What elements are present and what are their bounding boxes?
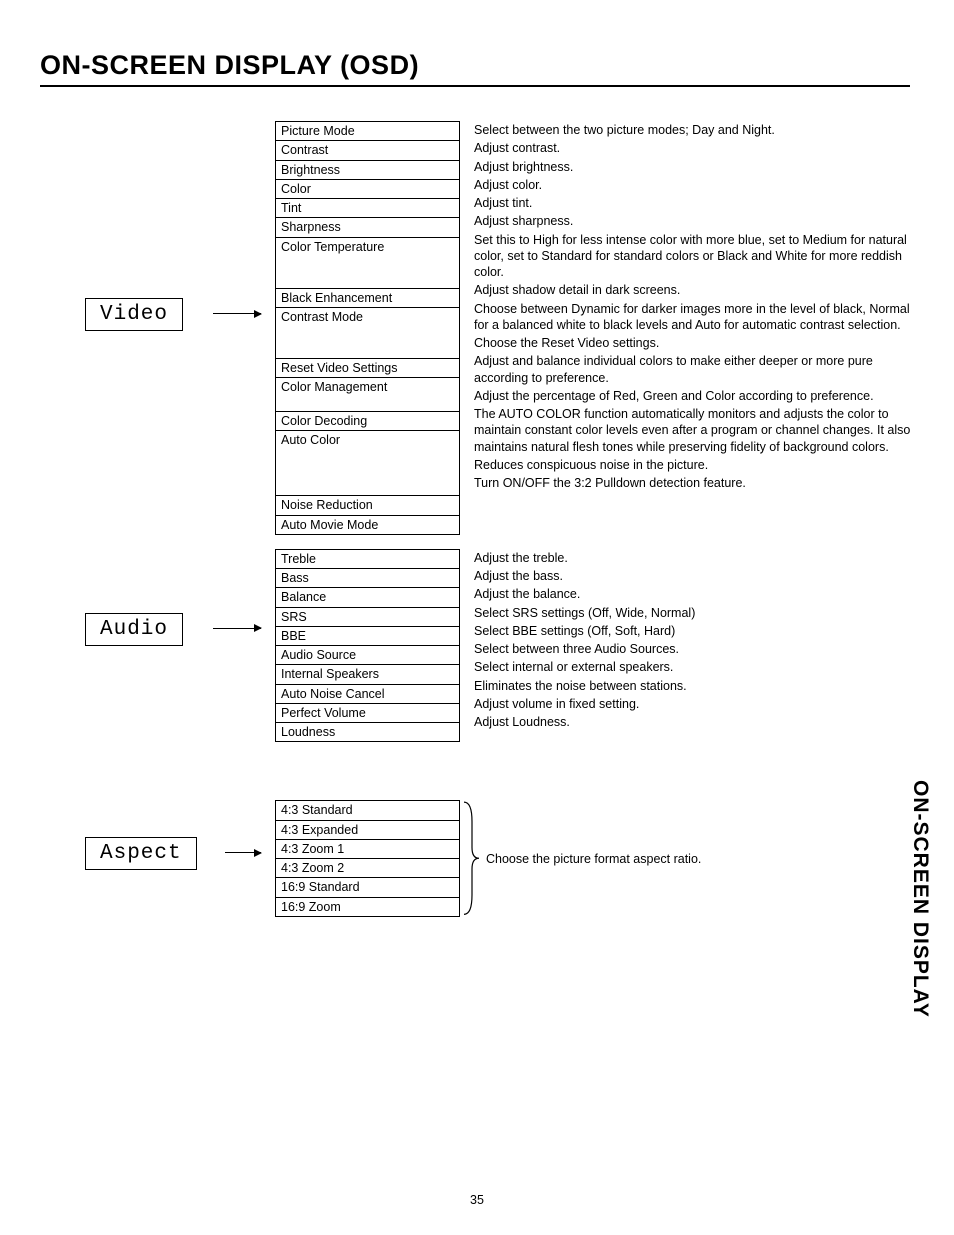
menu-item: Auto Movie Mode (276, 516, 459, 534)
menu-desc: Choose the Reset Video settings. (474, 334, 914, 352)
menu-desc: Select between three Audio Sources. (474, 640, 914, 658)
page: ON-SCREEN DISPLAY (OSD) Video Picture Mo… (0, 0, 954, 1235)
aspect-items-box: 4:3 Standard 4:3 Expanded 4:3 Zoom 1 4:3… (275, 800, 460, 917)
menu-item: Black Enhancement (276, 289, 459, 308)
menu-desc: Select SRS settings (Off, Wide, Normal) (474, 604, 914, 622)
brace-icon (462, 800, 480, 917)
menu-item: Bass (276, 569, 459, 588)
menu-item: Color Management (276, 378, 459, 412)
menu-desc: The AUTO COLOR function automatically mo… (474, 405, 914, 456)
menu-item: 16:9 Standard (276, 878, 459, 897)
menu-desc: Reduces conspicuous noise in the picture… (474, 456, 914, 474)
menu-item: Balance (276, 588, 459, 607)
menu-item: Perfect Volume (276, 704, 459, 723)
menu-item: Picture Mode (276, 121, 459, 141)
side-tab-label: ON-SCREEN DISPLAY (908, 780, 932, 1018)
menu-desc: Eliminates the noise between stations. (474, 677, 914, 695)
menu-desc: Choose between Dynamic for darker images… (474, 300, 914, 335)
menu-item: Loudness (276, 723, 459, 741)
menu-item: 4:3 Zoom 2 (276, 859, 459, 878)
menu-item: Contrast Mode (276, 308, 459, 359)
aspect-wrap: 4:3 Standard 4:3 Expanded 4:3 Zoom 1 4:3… (275, 800, 701, 917)
menu-item: SRS (276, 608, 459, 627)
menu-item: Noise Reduction (276, 496, 459, 515)
menu-item: Auto Color (276, 431, 459, 496)
menu-item: Brightness (276, 161, 459, 180)
menu-item: Color (276, 180, 459, 199)
section-aspect: Aspect 4:3 Standard 4:3 Expanded 4:3 Zoo… (40, 800, 914, 917)
menu-desc: Adjust sharpness. (474, 212, 914, 230)
menu-desc: Select between the two picture modes; Da… (474, 121, 914, 139)
menu-desc: Adjust the balance. (474, 585, 914, 603)
menu-desc: Adjust color. (474, 176, 914, 194)
menu-desc: Turn ON/OFF the 3:2 Pulldown detection f… (474, 474, 914, 492)
page-number: 35 (0, 1193, 954, 1207)
aspect-category-box: Aspect (85, 837, 197, 870)
menu-desc: Adjust shadow detail in dark screens. (474, 281, 914, 299)
aspect-desc: Choose the picture format aspect ratio. (486, 852, 701, 866)
menu-desc: Select internal or external speakers. (474, 658, 914, 676)
audio-desc-col: Adjust the treble. Adjust the bass. Adju… (474, 549, 914, 732)
audio-items-box: Treble Bass Balance SRS BBE Audio Source… (275, 549, 460, 743)
menu-desc: Adjust Loudness. (474, 713, 914, 731)
menu-desc: Adjust brightness. (474, 158, 914, 176)
menu-desc: Adjust volume in fixed setting. (474, 695, 914, 713)
menu-item: Color Temperature (276, 238, 459, 289)
menu-item: Tint (276, 199, 459, 218)
arrow-icon (213, 628, 261, 629)
menu-item: 4:3 Zoom 1 (276, 840, 459, 859)
audio-category-box: Audio (85, 613, 183, 646)
menu-desc: Adjust contrast. (474, 139, 914, 157)
menu-item: Contrast (276, 141, 459, 160)
section-video: Video Picture Mode Contrast Brightness C… (40, 121, 914, 535)
menu-item: 4:3 Standard (276, 801, 459, 820)
menu-item: 4:3 Expanded (276, 821, 459, 840)
menu-item: Sharpness (276, 218, 459, 237)
menu-item: Audio Source (276, 646, 459, 665)
menu-desc: Adjust tint. (474, 194, 914, 212)
menu-desc: Adjust the bass. (474, 567, 914, 585)
video-category-box: Video (85, 298, 183, 331)
menu-desc: Adjust the treble. (474, 549, 914, 567)
menu-desc: Adjust and balance individual colors to … (474, 352, 914, 387)
video-desc-col: Select between the two picture modes; Da… (474, 121, 914, 492)
menu-item: Auto Noise Cancel (276, 685, 459, 704)
menu-desc: Select BBE settings (Off, Soft, Hard) (474, 622, 914, 640)
menu-desc: Set this to High for less intense color … (474, 231, 914, 282)
page-title: ON-SCREEN DISPLAY (OSD) (40, 50, 910, 87)
arrow-icon (225, 852, 261, 853)
menu-item: 16:9 Zoom (276, 898, 459, 916)
menu-item: Reset Video Settings (276, 359, 459, 378)
menu-desc: Adjust the percentage of Red, Green and … (474, 387, 914, 405)
menu-item: Internal Speakers (276, 665, 459, 684)
video-items-box: Picture Mode Contrast Brightness Color T… (275, 121, 460, 535)
menu-item: Treble (276, 550, 459, 569)
menu-item: BBE (276, 627, 459, 646)
arrow-icon (213, 313, 261, 314)
menu-item: Color Decoding (276, 412, 459, 431)
section-audio: Audio Treble Bass Balance SRS BBE Audio … (40, 549, 914, 743)
